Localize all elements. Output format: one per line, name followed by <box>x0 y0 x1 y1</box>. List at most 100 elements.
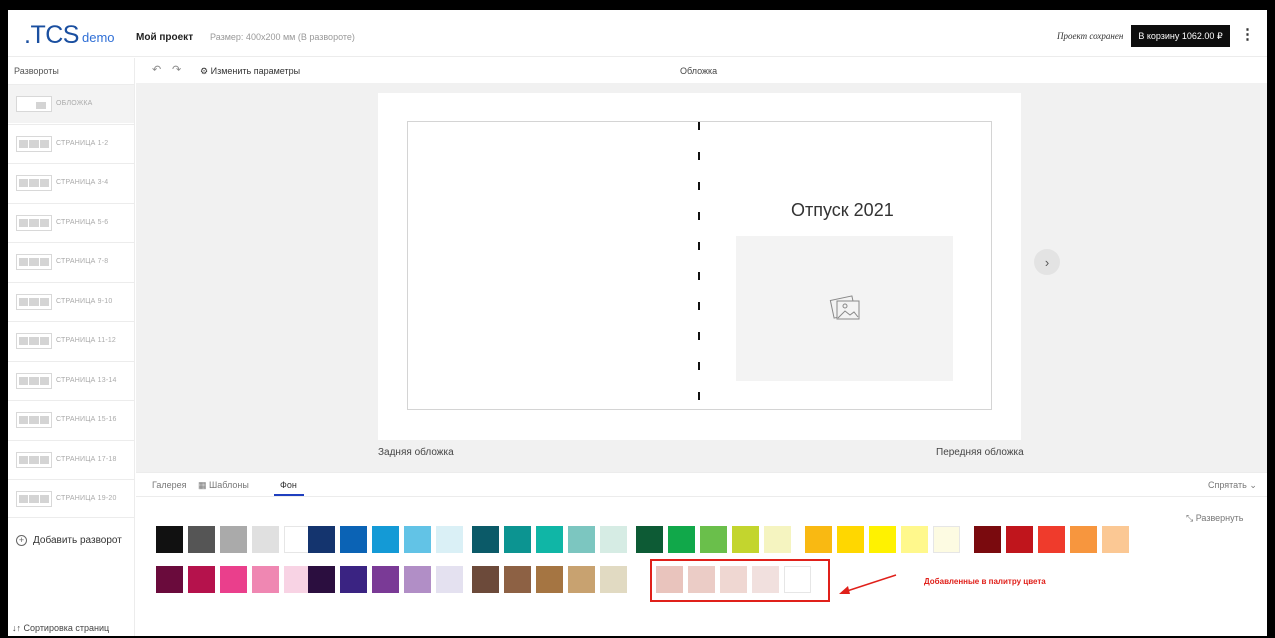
color-swatch[interactable] <box>436 526 463 553</box>
color-swatch[interactable] <box>1102 526 1129 553</box>
sidebar-item-page[interactable]: СТРАНИЦА 7-8 <box>8 242 134 281</box>
color-swatch[interactable] <box>252 566 279 593</box>
sidebar-item-page[interactable]: СТРАНИЦА 5-6 <box>8 203 134 242</box>
color-swatch[interactable] <box>308 526 335 553</box>
sidebar-item-label: СТРАНИЦА 3-4 <box>56 179 109 186</box>
annotation-text: Добавленные в палитру цвета <box>924 577 1046 586</box>
project-size: Размер: 400x200 мм (В развороте) <box>210 32 355 42</box>
color-swatch[interactable] <box>974 526 1001 553</box>
color-swatch[interactable] <box>340 566 367 593</box>
sidebar-item-label: СТРАНИЦА 17-18 <box>56 456 117 463</box>
book-title[interactable]: Отпуск 2021 <box>791 200 894 221</box>
spread-thumbnail <box>16 373 52 389</box>
color-swatch[interactable] <box>837 526 864 553</box>
sidebar-item-page[interactable]: СТРАНИЦА 17-18 <box>8 440 134 479</box>
next-spread-button[interactable]: › <box>1034 249 1060 275</box>
color-swatch[interactable] <box>188 566 215 593</box>
color-swatch[interactable] <box>156 566 183 593</box>
add-spread-button[interactable]: + Добавить разворот <box>16 535 122 546</box>
sort-pages-button[interactable]: ↓↑ Сортировка страниц <box>12 623 109 633</box>
expand-palette-button[interactable]: ⤡ Развернуть <box>1186 513 1243 524</box>
logo[interactable]: .TCS <box>24 21 79 50</box>
add-to-cart-button[interactable]: В корзину 1062.00 ₽ <box>1131 25 1230 47</box>
expand-icon: ⤡ <box>1186 513 1194 523</box>
sidebar-item-cover[interactable]: ОБЛОЖКА <box>8 84 134 123</box>
sidebar-item-page[interactable]: СТРАНИЦА 11-12 <box>8 321 134 360</box>
sidebar-item-label: СТРАНИЦА 11-12 <box>56 337 117 344</box>
hide-panel-label: Спрятать <box>1208 480 1247 490</box>
change-params-button[interactable]: ⚙ Изменить параметры <box>200 66 300 77</box>
color-swatch[interactable] <box>372 526 399 553</box>
redo-icon[interactable]: ↷ <box>172 63 181 76</box>
color-swatch[interactable] <box>188 526 215 553</box>
sidebar-item-page[interactable]: СТРАНИЦА 15-16 <box>8 400 134 439</box>
tab-background[interactable]: Фон <box>280 480 297 490</box>
color-swatch[interactable] <box>536 526 563 553</box>
color-swatch[interactable] <box>372 566 399 593</box>
color-swatch[interactable] <box>933 526 960 553</box>
sidebar-item-page[interactable]: СТРАНИЦА 9-10 <box>8 282 134 321</box>
color-swatch[interactable] <box>1070 526 1097 553</box>
color-swatch[interactable] <box>1006 526 1033 553</box>
color-swatch[interactable] <box>472 526 499 553</box>
chevron-right-icon: › <box>1044 254 1050 270</box>
hide-panel-button[interactable]: Спрятать ⌄ <box>1208 480 1257 491</box>
color-swatch[interactable] <box>568 566 595 593</box>
color-swatch[interactable] <box>340 526 367 553</box>
sidebar-item-label: ОБЛОЖКА <box>56 100 93 107</box>
color-swatch[interactable] <box>156 526 183 553</box>
color-swatch[interactable] <box>220 526 247 553</box>
gear-icon: ⚙ <box>200 66 209 76</box>
photo-placeholder[interactable] <box>736 236 953 381</box>
sidebar-item-page[interactable]: СТРАНИЦА 1-2 <box>8 124 134 163</box>
sidebar-item-label: СТРАНИЦА 13-14 <box>56 377 117 384</box>
color-swatch[interactable] <box>436 566 463 593</box>
sidebar-item-page[interactable]: СТРАНИЦА 19-20 <box>8 479 134 518</box>
color-swatch[interactable] <box>1038 526 1065 553</box>
color-swatch[interactable] <box>252 526 279 553</box>
project-name[interactable]: Мой проект <box>136 32 193 43</box>
color-swatch[interactable] <box>220 566 247 593</box>
color-swatch[interactable] <box>308 566 335 593</box>
spread-thumbnail <box>16 254 52 270</box>
back-cover-label: Задняя обложка <box>378 447 454 458</box>
color-swatch[interactable] <box>504 526 531 553</box>
tab-templates[interactable]: ▦ Шаблоны <box>198 480 249 491</box>
save-status: Проект сохранен <box>1057 31 1124 41</box>
spread-thumbnail <box>16 136 52 152</box>
logo-demo-label: demo <box>82 30 115 45</box>
color-swatch[interactable] <box>901 526 928 553</box>
tab-gallery[interactable]: Галерея <box>152 480 187 490</box>
color-swatch[interactable] <box>284 566 311 593</box>
color-swatch[interactable] <box>805 526 832 553</box>
color-swatch[interactable] <box>600 566 627 593</box>
undo-icon[interactable]: ↶ <box>152 63 161 76</box>
sidebar-item-page[interactable]: СТРАНИЦА 13-14 <box>8 361 134 400</box>
cover-spread[interactable]: Отпуск 2021 <box>407 121 992 411</box>
spine-line <box>698 122 700 411</box>
color-swatch[interactable] <box>568 526 595 553</box>
color-swatch[interactable] <box>536 566 563 593</box>
header: .TCS demo Мой проект Размер: 400x200 мм … <box>8 10 1267 57</box>
kebab-icon[interactable]: ⋮ <box>1240 25 1255 43</box>
color-swatch[interactable] <box>600 526 627 553</box>
color-swatch[interactable] <box>472 566 499 593</box>
spread-thumbnail <box>16 215 52 231</box>
color-swatch[interactable] <box>668 526 695 553</box>
color-swatch[interactable] <box>404 566 431 593</box>
expand-label: Развернуть <box>1195 513 1244 523</box>
color-swatch[interactable] <box>700 526 727 553</box>
color-swatch[interactable] <box>869 526 896 553</box>
chevron-down-icon: ⌄ <box>1249 480 1257 490</box>
color-swatch[interactable] <box>504 566 531 593</box>
front-cover-label: Передняя обложка <box>936 447 1024 458</box>
color-swatch[interactable] <box>404 526 431 553</box>
sidebar-item-page[interactable]: СТРАНИЦА 3-4 <box>8 163 134 202</box>
spread-thumbnail <box>16 333 52 349</box>
spread-thumbnail <box>16 452 52 468</box>
color-swatch[interactable] <box>636 526 663 553</box>
color-swatch[interactable] <box>732 526 759 553</box>
sidebar-item-label: СТРАНИЦА 1-2 <box>56 140 109 147</box>
color-swatch[interactable] <box>764 526 791 553</box>
color-swatch[interactable] <box>284 526 311 553</box>
